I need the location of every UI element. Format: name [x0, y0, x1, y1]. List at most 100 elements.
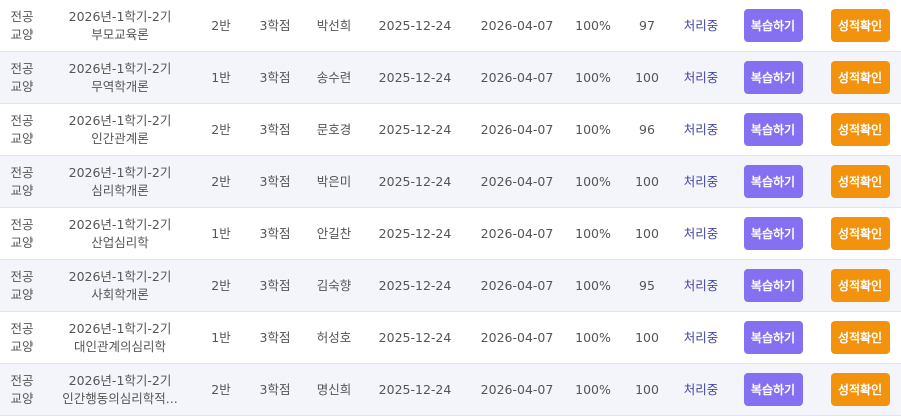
start-date-cell: 2025-12-24	[378, 277, 452, 293]
class-cell: 2반	[211, 173, 231, 189]
course-cell: 2026년-1학기-2기 무역학개론	[44, 52, 196, 103]
credits-cell: 3학점	[259, 277, 291, 293]
course-cell: 2026년-1학기-2기 사회학개론	[44, 260, 196, 311]
professor-cell: 박선희	[316, 17, 352, 33]
start-date-cell: 2025-12-24	[378, 225, 452, 241]
course-cell: 2026년-1학기-2기 산업심리학	[44, 208, 196, 259]
category-line1: 전공	[10, 8, 34, 24]
status-cell: 처리중	[683, 225, 719, 241]
category-line1: 전공	[10, 112, 34, 128]
end-date-cell: 2026-04-07	[480, 121, 554, 137]
score-cell: 96	[639, 121, 655, 137]
professor-cell: 송수련	[316, 69, 352, 85]
score-cell: 100	[635, 69, 659, 85]
category-line1: 전공	[10, 216, 34, 232]
course-name: 대인관계의심리학	[73, 338, 166, 354]
review-button[interactable]: 복습하기	[743, 61, 803, 94]
review-cell: 복습하기	[738, 312, 808, 363]
grade-check-button[interactable]: 성적확인	[830, 321, 890, 354]
status-cell: 처리중	[683, 17, 719, 33]
credits-cell: 3학점	[259, 225, 291, 241]
course-cell: 2026년-1학기-2기 심리학개론	[44, 156, 196, 207]
course-cell: 2026년-1학기-2기 인간관계론	[44, 104, 196, 155]
course-name: 산업심리학	[91, 234, 149, 250]
review-button[interactable]: 복습하기	[743, 321, 803, 354]
category-line2: 교양	[10, 338, 34, 354]
category-line1: 전공	[10, 164, 34, 180]
status-cell: 처리중	[683, 329, 719, 345]
credits-cell: 3학점	[259, 173, 291, 189]
course-cell: 2026년-1학기-2기 대인관계의심리학	[44, 312, 196, 363]
credits-cell: 3학점	[259, 121, 291, 137]
course-cell: 2026년-1학기-2기 부모교육론	[44, 0, 196, 51]
end-date-cell: 2026-04-07	[480, 173, 554, 189]
review-cell: 복습하기	[738, 156, 808, 207]
course-term: 2026년-1학기-2기	[68, 8, 172, 24]
review-cell: 복습하기	[738, 0, 808, 51]
grade-check-button[interactable]: 성적확인	[830, 113, 890, 146]
review-button[interactable]: 복습하기	[743, 165, 803, 198]
category-cell: 전공 교양	[0, 156, 44, 207]
start-date-cell: 2025-12-24	[378, 173, 452, 189]
status-cell: 처리중	[683, 173, 719, 189]
grade-check-button[interactable]: 성적확인	[830, 269, 890, 302]
progress-cell: 100%	[575, 69, 611, 85]
end-date-cell: 2026-04-07	[480, 69, 554, 85]
class-cell: 1반	[211, 329, 231, 345]
category-cell: 전공 교양	[0, 312, 44, 363]
course-name: 무역학개론	[91, 78, 149, 94]
end-date-cell: 2026-04-07	[480, 225, 554, 241]
grade-cell: 성적확인	[826, 260, 894, 311]
progress-cell: 100%	[575, 225, 611, 241]
grade-check-button[interactable]: 성적확인	[830, 9, 890, 42]
review-button[interactable]: 복습하기	[743, 373, 803, 406]
progress-cell: 100%	[575, 329, 611, 345]
review-button[interactable]: 복습하기	[743, 269, 803, 302]
credits-cell: 3학점	[259, 69, 291, 85]
course-name: 인간관계론	[91, 130, 149, 146]
table-row: 전공 교양 2026년-1학기-2기 심리학개론 2반 3학점 박은미 2025…	[0, 156, 901, 208]
progress-cell: 100%	[575, 277, 611, 293]
grade-cell: 성적확인	[826, 312, 894, 363]
review-cell: 복습하기	[738, 260, 808, 311]
category-cell: 전공 교양	[0, 364, 44, 415]
category-line2: 교양	[10, 182, 34, 198]
course-term: 2026년-1학기-2기	[68, 320, 172, 336]
category-line2: 교양	[10, 286, 34, 302]
review-cell: 복습하기	[738, 364, 808, 415]
progress-cell: 100%	[575, 17, 611, 33]
status-cell: 처리중	[683, 277, 719, 293]
table-row: 전공 교양 2026년-1학기-2기 부모교육론 2반 3학점 박선희 2025…	[0, 0, 901, 52]
review-button[interactable]: 복습하기	[743, 9, 803, 42]
grade-cell: 성적확인	[826, 0, 894, 51]
grade-check-button[interactable]: 성적확인	[830, 217, 890, 250]
course-name: 인간행동의심리학적...	[62, 390, 178, 406]
class-cell: 2반	[211, 121, 231, 137]
grade-check-button[interactable]: 성적확인	[830, 61, 890, 94]
category-cell: 전공 교양	[0, 104, 44, 155]
progress-cell: 100%	[575, 173, 611, 189]
professor-cell: 박은미	[316, 173, 352, 189]
end-date-cell: 2026-04-07	[480, 329, 554, 345]
review-button[interactable]: 복습하기	[743, 113, 803, 146]
progress-cell: 100%	[575, 121, 611, 137]
category-line1: 전공	[10, 320, 34, 336]
grade-check-button[interactable]: 성적확인	[830, 373, 890, 406]
course-cell: 2026년-1학기-2기 인간행동의심리학적...	[44, 364, 196, 415]
category-line2: 교양	[10, 26, 34, 42]
class-cell: 2반	[211, 277, 231, 293]
professor-cell: 문호경	[316, 121, 352, 137]
grade-cell: 성적확인	[826, 104, 894, 155]
class-cell: 2반	[211, 381, 231, 397]
review-button[interactable]: 복습하기	[743, 217, 803, 250]
course-name: 사회학개론	[91, 286, 149, 302]
start-date-cell: 2025-12-24	[378, 17, 452, 33]
professor-cell: 안길찬	[316, 225, 352, 241]
start-date-cell: 2025-12-24	[378, 121, 452, 137]
grade-check-button[interactable]: 성적확인	[830, 165, 890, 198]
category-cell: 전공 교양	[0, 208, 44, 259]
professor-cell: 명신희	[316, 381, 352, 397]
credits-cell: 3학점	[259, 329, 291, 345]
class-cell: 1반	[211, 225, 231, 241]
score-cell: 100	[635, 381, 659, 397]
